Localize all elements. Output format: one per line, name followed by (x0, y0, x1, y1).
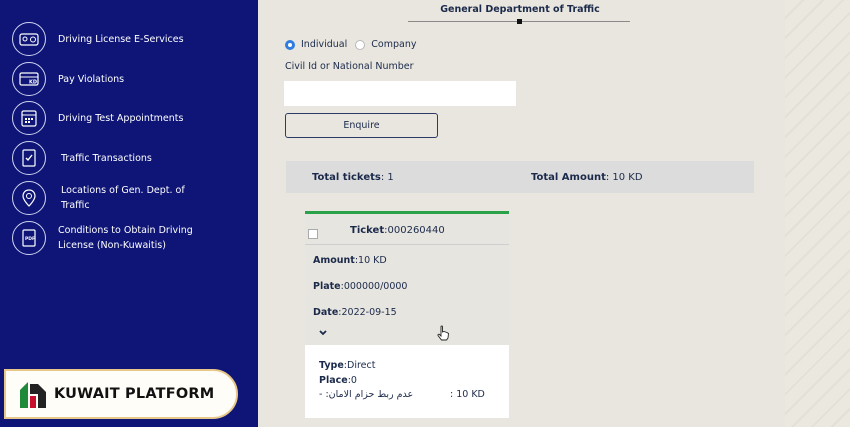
sidebar-item-label: Traffic Transactions (61, 152, 152, 164)
decorative-pattern (785, 0, 850, 427)
sidebar-item-label: Locations of Gen. Dept. of Traffic (61, 185, 185, 211)
kuwait-platform-logo-icon (20, 382, 46, 408)
ticket-date-label: Date (313, 307, 339, 318)
ticket-place-label: Place (319, 375, 348, 386)
enquire-button[interactable]: Enquire (285, 113, 438, 138)
svg-text:KD: KD (29, 80, 37, 86)
ticket-type-value: :Direct (343, 360, 376, 371)
tickets-summary-bar: Total tickets: 1 Total Amount: 10 KD (286, 161, 754, 193)
ticket-number-label: Ticket (350, 225, 385, 236)
sidebar-item-label: Pay Violations (58, 73, 125, 85)
total-amount: Total Amount: 10 KD (531, 172, 643, 183)
sidebar-item-driving-test-appointments[interactable]: Driving Test Appointments (12, 101, 208, 135)
ticket-type: Type:Direct (319, 360, 375, 371)
total-tickets-value: : 1 (380, 171, 394, 183)
document-check-icon (12, 141, 46, 175)
ticket-date-value: :2022-09-15 (338, 307, 397, 318)
ticket-card: Ticket:000260440 Amount:10 KD Plate:0000… (305, 211, 509, 418)
ticket-plate-label: Plate (313, 281, 341, 292)
radio-individual-label[interactable]: Individual (301, 39, 347, 50)
sidebar-item-label: Conditions to Obtain Driving License (No… (58, 225, 193, 251)
sidebar-item-label: Driving Test Appointments (58, 112, 184, 124)
ticket-details-panel: Type:Direct Place:0 - :عدم ربط حزام الام… (305, 345, 509, 418)
sidebar-item-label: Driving License E-Services (58, 33, 184, 45)
ticket-amount-value: :10 KD (354, 255, 387, 266)
sidebar-item-pay-violations[interactable]: KD Pay Violations (12, 62, 208, 96)
ticket-type-label: Type (319, 360, 344, 371)
ticket-place: Place:0 (319, 375, 357, 386)
ticket-amount: Amount:10 KD (313, 255, 387, 266)
total-tickets: Total tickets: 1 (312, 172, 394, 183)
title-divider-marker (517, 19, 522, 24)
ticket-select-checkbox[interactable] (308, 229, 318, 239)
civil-id-label: Civil Id or National Number (285, 61, 414, 72)
location-pin-icon (12, 181, 46, 215)
ticket-place-value: :0 (347, 375, 357, 386)
radio-company[interactable] (355, 39, 366, 50)
total-amount-value: : 10 KD (605, 171, 643, 183)
kuwait-platform-text: KUWAIT PLATFORM (54, 386, 215, 402)
ticket-header: Ticket:000260440 (305, 214, 509, 245)
civil-id-input[interactable] (284, 81, 516, 106)
calendar-icon (12, 101, 46, 135)
svg-text:PDF: PDF (25, 236, 35, 242)
chevron-down-icon[interactable] (317, 328, 329, 338)
ticket-plate: Plate:000000/0000 (313, 281, 407, 292)
applicant-type-radio-group: Individual Company (285, 39, 424, 50)
radio-company-label[interactable]: Company (371, 39, 416, 50)
kuwait-platform-badge: KUWAIT PLATFORM (4, 369, 238, 419)
ticket-number-value: :000260440 (384, 225, 445, 236)
sidebar-item-locations[interactable]: Locations of Gen. Dept. of Traffic (12, 181, 208, 215)
pdf-document-icon: PDF (12, 221, 46, 255)
ticket-violation: - :عدم ربط حزام الامان (319, 389, 414, 400)
payment-kd-icon: KD (12, 62, 46, 96)
ticket-amount-label: Amount (313, 255, 355, 266)
ticket-number: Ticket:000260440 (350, 225, 445, 236)
page-title: General Department of Traffic (440, 4, 600, 15)
radio-individual[interactable] (285, 39, 295, 50)
sidebar-item-traffic-transactions[interactable]: Traffic Transactions (12, 141, 208, 175)
total-tickets-label: Total tickets (312, 171, 381, 183)
sidebar-item-driving-license-e-services[interactable]: Driving License E-Services (12, 22, 208, 56)
license-card-icon (12, 22, 46, 56)
sidebar-item-conditions-driving-license[interactable]: PDF Conditions to Obtain Driving License… (12, 221, 208, 255)
hand-cursor-icon (437, 325, 449, 341)
total-amount-label: Total Amount (531, 171, 606, 183)
ticket-date: Date:2022-09-15 (313, 307, 397, 318)
ticket-plate-value: :000000/0000 (340, 281, 408, 292)
ticket-violation-amount: : 10 KD (450, 389, 485, 400)
sidebar: Driving License E-Services KD Pay Violat… (0, 0, 258, 427)
